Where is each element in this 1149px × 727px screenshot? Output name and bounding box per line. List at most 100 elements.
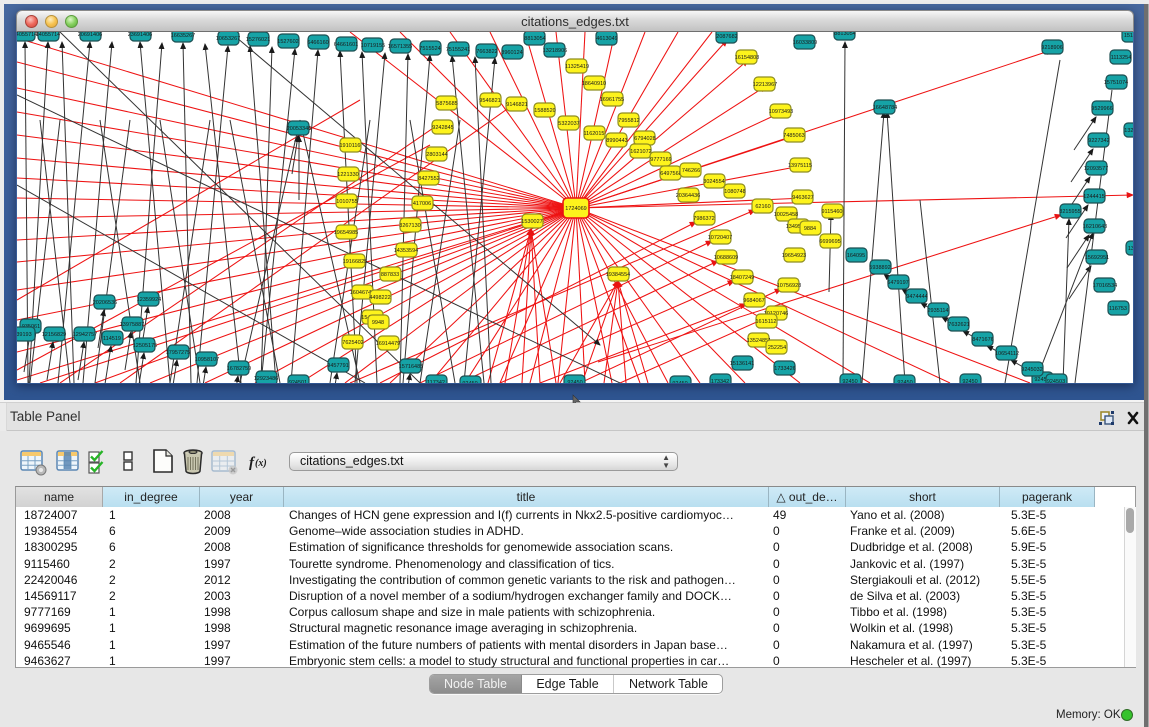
svg-text:16635267: 16635267 xyxy=(171,33,195,39)
svg-text:7485063: 7485063 xyxy=(783,133,804,139)
svg-text:9884: 9884 xyxy=(804,226,816,232)
svg-text:15716485: 15716485 xyxy=(399,364,423,370)
svg-text:1221330: 1221330 xyxy=(337,172,358,178)
svg-text:16648784: 16648784 xyxy=(873,105,897,111)
svg-text:8990443: 8990443 xyxy=(606,138,627,144)
svg-text:12923486: 12923486 xyxy=(254,376,278,382)
svg-text:9242845: 9242845 xyxy=(432,125,453,131)
svg-text:2935114: 2935114 xyxy=(927,308,948,314)
svg-text:1530027: 1530027 xyxy=(521,219,542,225)
svg-text:1113254: 1113254 xyxy=(1111,55,1132,61)
svg-text:9546821: 9546821 xyxy=(479,98,500,104)
svg-text:20053346: 20053346 xyxy=(287,126,311,132)
svg-text:417006: 417006 xyxy=(413,201,431,207)
svg-text:173342: 173342 xyxy=(711,379,729,383)
svg-text:3024554: 3024554 xyxy=(703,179,724,185)
svg-text:924503: 924503 xyxy=(1047,379,1065,383)
svg-text:(x): (x) xyxy=(255,458,267,469)
svg-text:20691406: 20691406 xyxy=(78,32,102,38)
svg-text:12213967: 12213967 xyxy=(753,82,777,88)
svg-text:12505175: 12505175 xyxy=(133,343,157,349)
svg-text:1527602: 1527602 xyxy=(277,39,298,45)
svg-text:16154808: 16154808 xyxy=(735,55,759,61)
svg-text:9777169: 9777169 xyxy=(650,157,671,163)
svg-text:13975115: 13975115 xyxy=(788,163,812,169)
svg-text:20206536: 20206536 xyxy=(93,300,117,306)
svg-text:9529966: 9529966 xyxy=(1091,106,1112,112)
svg-text:7986372: 7986372 xyxy=(693,216,714,222)
svg-text:1244415: 1244415 xyxy=(1083,194,1104,200)
svg-text:9948: 9948 xyxy=(372,320,384,326)
svg-text:64661601: 64661601 xyxy=(334,42,358,48)
svg-text:19166825: 19166825 xyxy=(343,259,367,265)
svg-text:10025458: 10025458 xyxy=(774,212,798,218)
svg-text:12942757: 12942757 xyxy=(73,332,97,338)
svg-text:10719155: 10719155 xyxy=(361,43,385,49)
svg-text:151552: 151552 xyxy=(1124,33,1133,39)
svg-text:39193: 39193 xyxy=(17,332,32,338)
svg-text:8960124: 8960124 xyxy=(501,50,522,56)
svg-text:12359924: 12359924 xyxy=(137,297,161,303)
svg-text:1615112: 1615112 xyxy=(755,319,776,325)
svg-text:16961755: 16961755 xyxy=(600,97,624,103)
svg-text:9457791: 9457791 xyxy=(327,363,348,369)
svg-text:8813054: 8813054 xyxy=(834,32,855,37)
svg-text:19384554: 19384554 xyxy=(606,272,630,278)
svg-text:6497568: 6497568 xyxy=(660,171,681,177)
svg-text:9684067: 9684067 xyxy=(743,298,764,304)
svg-text:10654112: 10654112 xyxy=(995,351,1019,357)
svg-text:75155241: 75155241 xyxy=(446,47,470,53)
svg-text:92450: 92450 xyxy=(842,379,857,383)
svg-text:5938892: 5938892 xyxy=(869,265,890,271)
svg-text:887833: 887833 xyxy=(381,272,399,278)
svg-text:13218906: 13218906 xyxy=(543,48,567,54)
svg-text:1910116: 1910116 xyxy=(339,143,360,149)
svg-text:16210643: 16210643 xyxy=(1083,224,1107,230)
svg-text:14353594: 14353594 xyxy=(394,248,418,254)
svg-text:16571355: 16571355 xyxy=(388,44,412,50)
svg-text:4613049: 4613049 xyxy=(596,36,617,42)
svg-text:1080748: 1080748 xyxy=(724,189,745,195)
svg-text:12156829: 12156829 xyxy=(42,332,66,338)
svg-text:6699695: 6699695 xyxy=(819,239,840,245)
svg-text:7515524: 7515524 xyxy=(419,46,440,52)
svg-text:114519: 114519 xyxy=(103,336,121,342)
svg-text:8471676: 8471676 xyxy=(972,337,993,343)
svg-text:92450: 92450 xyxy=(672,381,687,383)
svg-text:5322037: 5322037 xyxy=(558,121,579,127)
svg-text:13975887: 13975887 xyxy=(120,322,144,328)
svg-text:20364436: 20364436 xyxy=(676,193,700,199)
svg-text:1325419: 1325419 xyxy=(1124,128,1133,134)
svg-text:10720407: 10720407 xyxy=(708,235,732,241)
svg-text:9474444: 9474444 xyxy=(906,294,927,300)
svg-text:12093577: 12093577 xyxy=(1084,166,1108,172)
svg-text:130453: 130453 xyxy=(1128,246,1133,252)
svg-text:252254: 252254 xyxy=(768,345,786,351)
svg-text:16782759: 16782759 xyxy=(227,366,251,372)
svg-text:9463627: 9463627 xyxy=(792,195,813,201)
svg-text:10958107: 10958107 xyxy=(195,357,219,363)
svg-text:746266: 746266 xyxy=(682,168,700,174)
svg-text:92450: 92450 xyxy=(567,380,582,383)
svg-text:1010755: 1010755 xyxy=(336,199,357,205)
svg-text:2803144: 2803144 xyxy=(426,152,447,158)
svg-text:6479197: 6479197 xyxy=(887,280,908,286)
svg-text:9227342: 9227342 xyxy=(1088,138,1109,144)
svg-text:92450: 92450 xyxy=(897,380,912,383)
svg-text:10688609: 10688609 xyxy=(714,255,738,261)
svg-text:10653267: 10653267 xyxy=(216,36,240,42)
svg-text:15751074: 15751074 xyxy=(1104,80,1128,86)
svg-text:23691406: 23691406 xyxy=(128,32,152,38)
svg-text:7625402: 7625402 xyxy=(342,340,363,346)
svg-text:8427552: 8427552 xyxy=(418,176,439,182)
svg-text:117342: 117342 xyxy=(427,380,445,383)
svg-text:18407249: 18407249 xyxy=(730,275,754,281)
svg-text:9245032: 9245032 xyxy=(1021,367,1042,373)
svg-text:15136141: 15136141 xyxy=(730,361,754,367)
svg-text:14055714: 14055714 xyxy=(36,32,60,38)
svg-text:92450: 92450 xyxy=(462,381,477,383)
svg-text:1733426: 1733426 xyxy=(774,366,795,372)
svg-text:6794028: 6794028 xyxy=(634,136,655,142)
svg-text:18640910: 18640910 xyxy=(582,81,606,87)
svg-text:62160: 62160 xyxy=(755,204,770,210)
